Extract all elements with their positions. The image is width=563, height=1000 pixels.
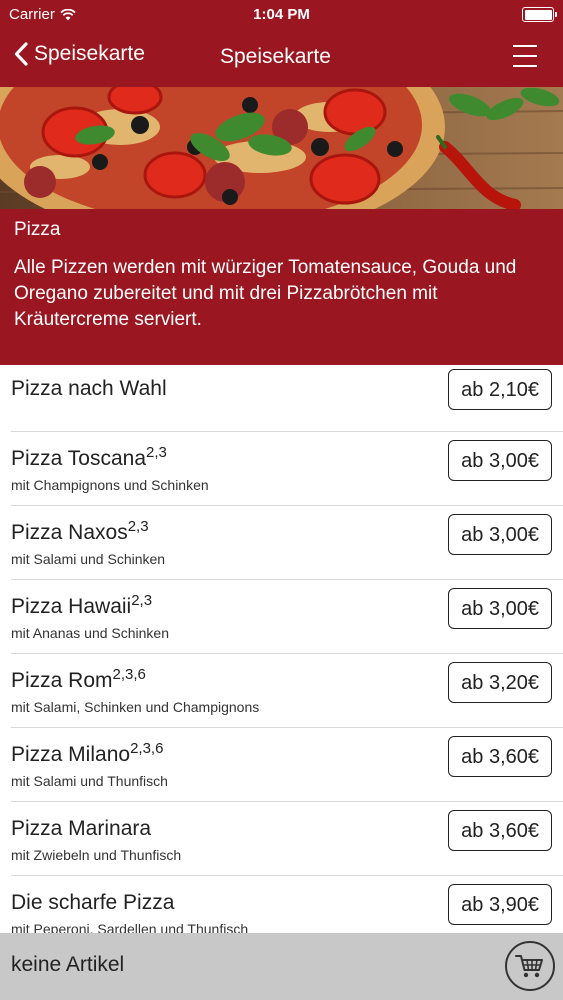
item-allergen-codes: 2,3 <box>146 444 167 461</box>
price-button[interactable]: ab 3,90€ <box>448 884 552 925</box>
menu-item[interactable]: Pizza Rom2,3,6 mit Salami, Schinken und … <box>0 654 563 728</box>
menu-item[interactable]: Die scharfe Pizza mit Peperoni, Sardelle… <box>0 876 563 933</box>
item-description: mit Champignons und Schinken <box>11 477 209 493</box>
item-description: mit Ananas und Schinken <box>11 625 169 641</box>
item-name: Pizza Hawaii2,3 <box>11 592 153 619</box>
cart-status-label: keine Artikel <box>11 953 125 976</box>
item-allergen-codes: 2,3 <box>127 518 149 535</box>
pizza-photo-illustration <box>0 87 563 209</box>
item-description: mit Salami und Thunfisch <box>11 773 168 789</box>
item-allergen-codes: 2,3,6 <box>112 666 146 683</box>
item-title: Pizza Naxos <box>11 521 128 544</box>
item-name: Pizza Naxos2,3 <box>11 518 149 545</box>
item-name: Die scharfe Pizza <box>11 891 174 915</box>
item-name: Pizza Milano2,3,6 <box>11 740 164 767</box>
item-title: Die scharfe Pizza <box>11 891 175 914</box>
cart-bar[interactable]: keine Artikel <box>0 933 563 1000</box>
item-title: Pizza Hawaii <box>11 595 132 618</box>
menu-item[interactable]: Pizza Milano2,3,6 mit Salami und Thunfis… <box>0 728 563 802</box>
item-name: Pizza Toscana2,3 <box>11 444 167 471</box>
item-description: mit Salami und Schinken <box>11 551 166 567</box>
item-description: mit Salami, Schinken und Champignons <box>11 699 260 715</box>
shopping-cart-icon <box>515 955 543 978</box>
battery-icon <box>522 7 557 22</box>
menu-item[interactable]: Pizza Toscana2,3 mit Champignons und Sch… <box>0 432 563 506</box>
pizza-photo <box>0 87 563 209</box>
page-title: Speisekarte <box>220 45 331 68</box>
menu-item[interactable]: Pizza Naxos2,3 mit Salami und Schinken a… <box>0 506 563 580</box>
menu-item[interactable]: Pizza nach Wahl ab 2,10€ <box>0 365 563 432</box>
price-button[interactable]: ab 3,00€ <box>448 440 552 481</box>
top-bar: Carrier 1:04 PM Speisekarte Speisekarte <box>0 0 563 87</box>
chevron-left-icon <box>14 42 28 66</box>
hamburger-menu-icon[interactable] <box>513 44 537 68</box>
category-header: Pizza Alle Pizzen werden mit würziger To… <box>0 209 563 365</box>
menu-item[interactable]: Pizza Marinara mit Zwiebeln und Thunfisc… <box>0 802 563 876</box>
menu-item-list: Pizza nach Wahl ab 2,10€ Pizza Toscana2,… <box>0 365 563 933</box>
item-title: Pizza Rom <box>11 669 113 692</box>
item-title: Pizza nach Wahl <box>11 377 167 400</box>
item-description: mit Peperoni, Sardellen und Thunfisch <box>11 921 249 933</box>
price-button[interactable]: ab 3,60€ <box>448 736 552 777</box>
item-title: Pizza Milano <box>11 743 131 766</box>
item-allergen-codes: 2,3,6 <box>130 740 164 757</box>
price-button[interactable]: ab 3,00€ <box>448 588 552 629</box>
cart-button[interactable] <box>505 941 555 991</box>
item-name: Pizza Marinara <box>11 817 151 841</box>
item-title: Pizza Marinara <box>11 817 152 840</box>
price-button[interactable]: ab 3,20€ <box>448 662 552 703</box>
price-button[interactable]: ab 2,10€ <box>448 369 552 410</box>
back-button[interactable]: Speisekarte <box>14 42 145 66</box>
status-time: 1:04 PM <box>253 6 310 23</box>
item-allergen-codes: 2,3 <box>131 592 153 609</box>
navigation-bar: Speisekarte Speisekarte <box>0 30 563 87</box>
status-bar: Carrier 1:04 PM <box>0 0 563 30</box>
item-title: Pizza Toscana <box>11 447 147 470</box>
category-description: Alle Pizzen werden mit würziger Tomatens… <box>14 257 517 330</box>
item-name: Pizza Rom2,3,6 <box>11 666 146 693</box>
category-title: Pizza <box>14 219 61 240</box>
price-button[interactable]: ab 3,00€ <box>448 514 552 555</box>
back-button-label: Speisekarte <box>34 42 145 65</box>
menu-item[interactable]: Pizza Hawaii2,3 mit Ananas und Schinken … <box>0 580 563 654</box>
price-button[interactable]: ab 3,60€ <box>448 810 552 851</box>
item-name: Pizza nach Wahl <box>11 377 167 401</box>
item-description: mit Zwiebeln und Thunfisch <box>11 847 182 863</box>
